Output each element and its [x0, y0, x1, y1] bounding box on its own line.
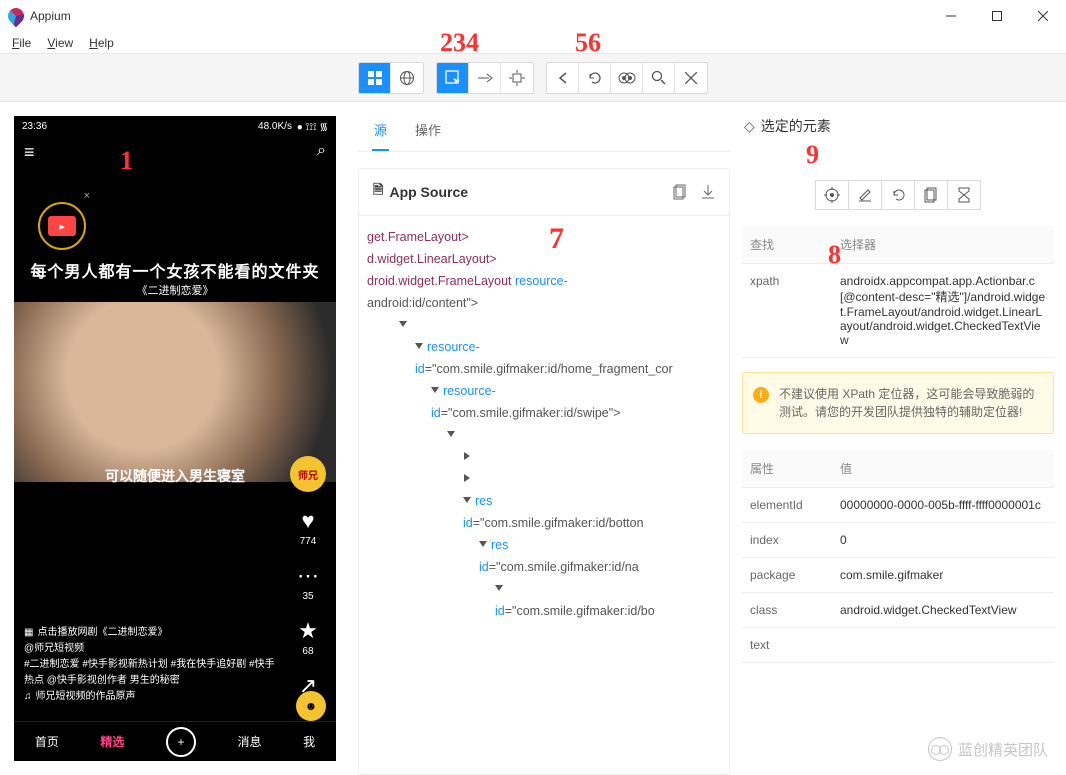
tab-actions[interactable]: 操作: [413, 114, 443, 151]
phone-action-rail: 师兄 ♥774 ⋯35 ★68 ↗分享: [290, 456, 326, 716]
tree-node[interactable]: droid.widget.FrameLayout resource-: [359, 270, 723, 292]
tree-node[interactable]: get.FrameLayout>: [359, 226, 723, 248]
device-screenshot[interactable]: 1 23:36 48.0K/s ● ⟟⟟⟟ ᯾ ≡ ⌕ ▸ 每个男人都有一个女孩…: [14, 116, 336, 761]
tree-node[interactable]: d.widget.LinearLayout>: [359, 248, 723, 270]
copy-attributes-button[interactable]: [914, 180, 948, 210]
download-xml-button[interactable]: [701, 184, 715, 200]
tree-node[interactable]: id="com.smile.gifmaker:id/home_fragment_…: [359, 358, 723, 380]
tap-element-button[interactable]: [815, 180, 849, 210]
app-source-panel: 🗎 App Source 7 get.FrameLayout>d.widget.…: [358, 168, 730, 775]
attr-row: packagecom.smile.gifmaker: [742, 558, 1054, 593]
inspector-tabs: 源 操作: [358, 110, 730, 152]
menu-help[interactable]: Help: [81, 34, 122, 52]
phone-headline: 每个男人都有一个女孩不能看的文件夹: [14, 258, 336, 282]
search-element-button[interactable]: [643, 63, 675, 93]
get-timing-button[interactable]: [947, 180, 981, 210]
tree-node[interactable]: [359, 314, 723, 336]
tree-node[interactable]: resource-: [359, 380, 723, 402]
swipe-button[interactable]: [469, 63, 501, 93]
copy-xml-button[interactable]: [673, 184, 687, 200]
tree-node[interactable]: [359, 468, 723, 490]
selected-element-title: 选定的元素: [761, 116, 831, 136]
phone-bottom-nav: 首页 精选 + 消息 我: [14, 721, 336, 761]
phone-statusbar: 23:36 48.0K/s ● ⟟⟟⟟ ᯾: [14, 116, 336, 136]
tree-node[interactable]: id="com.smile.gifmaker:id/bo: [359, 600, 723, 622]
toolbar: 234 56: [0, 54, 1066, 102]
native-mode-button[interactable]: [359, 63, 391, 93]
tree-node[interactable]: [359, 578, 723, 600]
attr-row: classandroid.widget.CheckedTextView: [742, 593, 1054, 628]
tap-coordinates-button[interactable]: [501, 63, 533, 93]
phone-subtitle: 《二进制恋爱》: [14, 282, 336, 298]
music-disc-icon: ☻: [296, 691, 326, 721]
phone-live-badge: ▸: [48, 216, 76, 236]
tree-node[interactable]: resource-: [359, 336, 723, 358]
attr-row: elementId00000000-0000-005b-ffff-ffff000…: [742, 488, 1054, 523]
phone-caption: 可以随便进入男生寝室: [14, 466, 336, 486]
tree-node[interactable]: res: [359, 490, 723, 512]
back-button[interactable]: [547, 63, 579, 93]
phone-avatar: 师兄: [290, 456, 326, 492]
search-icon: ⌕: [317, 142, 326, 163]
favorite-icon: ★: [298, 618, 318, 644]
web-mode-button[interactable]: [391, 63, 423, 93]
source-tree[interactable]: 7 get.FrameLayout>d.widget.LinearLayout>…: [359, 216, 729, 774]
select-element-button[interactable]: [437, 63, 469, 93]
clear-element-button[interactable]: [881, 180, 915, 210]
attributes-table: 属性值 elementId00000000-0000-005b-ffff-fff…: [742, 450, 1054, 663]
tree-node[interactable]: [359, 424, 723, 446]
appium-logo-icon: [8, 8, 24, 24]
plus-icon: +: [166, 727, 196, 757]
window-title: Appium: [30, 9, 71, 23]
tree-node[interactable]: [359, 446, 723, 468]
xpath-value: androidx.appcompat.app.Actionbar.c[@cont…: [832, 264, 1054, 358]
send-keys-button[interactable]: [848, 180, 882, 210]
document-icon: 🗎: [373, 181, 383, 203]
tree-node[interactable]: android:id/content">: [359, 292, 723, 314]
menu-view[interactable]: View: [39, 34, 81, 52]
attr-row: text: [742, 628, 1054, 663]
menu-file[interactable]: File: [4, 34, 39, 52]
window-titlebar: Appium: [0, 0, 1066, 32]
minimize-button[interactable]: [928, 0, 974, 32]
recording-button[interactable]: [611, 63, 643, 93]
menubar: File View Help: [0, 32, 1066, 54]
xpath-warning: 不建议使用 XPath 定位器，这可能会导致脆弱的测试。请您的开发团队提供独特的…: [742, 372, 1054, 434]
tree-node[interactable]: id="com.smile.gifmaker:id/swipe">: [359, 402, 723, 424]
like-icon: ♥: [301, 508, 314, 534]
maximize-button[interactable]: [974, 0, 1020, 32]
attr-row: index0: [742, 523, 1054, 558]
hamburger-icon: ≡: [24, 142, 35, 163]
tree-node[interactable]: id="com.smile.gifmaker:id/na: [359, 556, 723, 578]
tree-node[interactable]: id="com.smile.gifmaker:id/botton: [359, 512, 723, 534]
phone-video-frame: [14, 302, 336, 482]
tree-node[interactable]: res: [359, 534, 723, 556]
tab-source[interactable]: 源: [372, 114, 389, 151]
comment-icon: ⋯: [297, 563, 319, 589]
locator-table: 查找选择器8 xpathandroidx.appcompat.app.Actio…: [742, 226, 1054, 358]
close-button[interactable]: [1020, 0, 1066, 32]
quit-session-button[interactable]: [675, 63, 707, 93]
element-action-buttons: [742, 180, 1054, 210]
app-source-title: App Source: [389, 184, 468, 200]
tag-icon: ◇: [744, 118, 755, 135]
refresh-button[interactable]: [579, 63, 611, 93]
phone-meta: ▦点击播放网剧《二进制恋爱》 @师兄短视频 #二进制恋爱 #快手影视新热计划 #…: [24, 625, 276, 705]
